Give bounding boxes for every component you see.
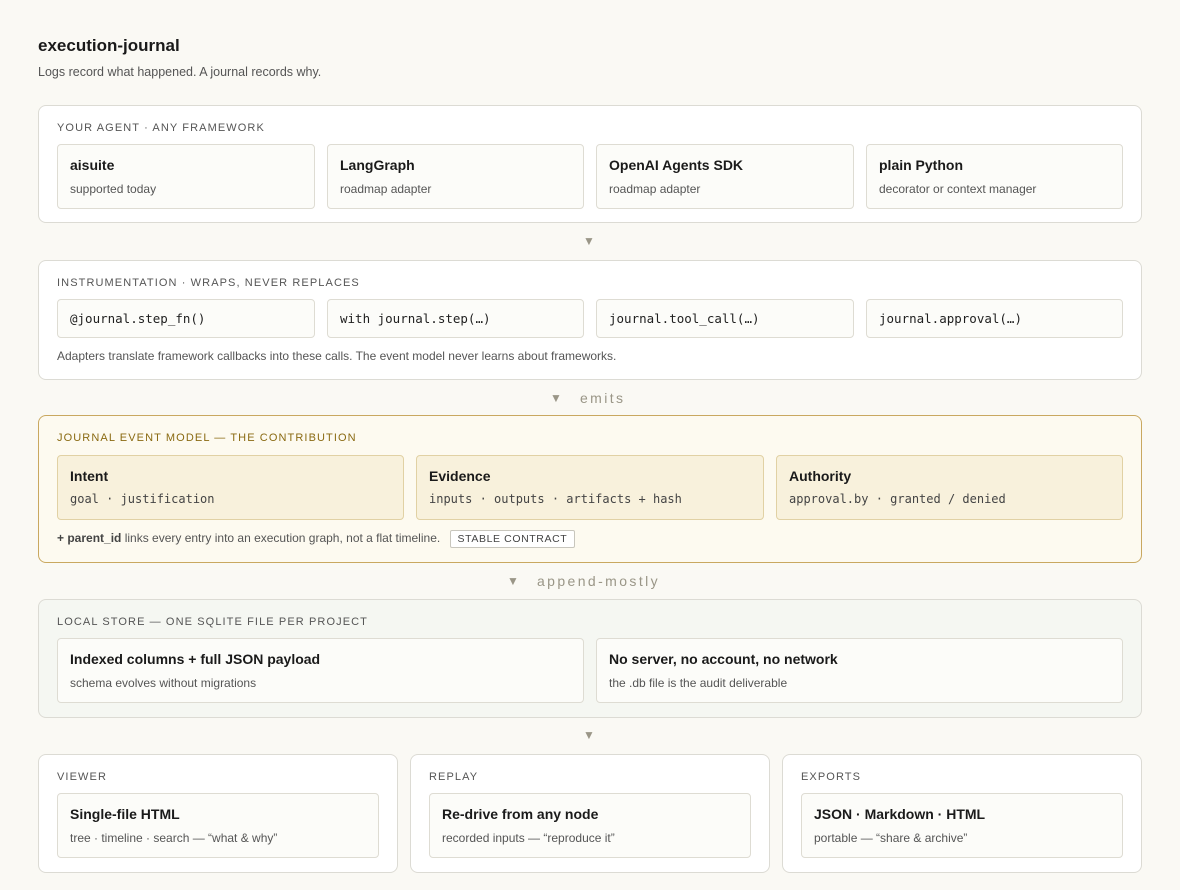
event-card-authority: Authority approval.by · granted / denied (776, 455, 1123, 520)
framework-card-langgraph: LangGraph roadmap adapter (327, 144, 584, 209)
event-card-title: Authority (789, 468, 852, 484)
viewer-panel: VIEWER Single-file HTML tree · timeline … (38, 754, 398, 873)
exports-card: JSON · Markdown · HTML portable — “share… (801, 793, 1123, 858)
store-card-no-server: No server, no account, no network the .d… (596, 638, 1123, 703)
flow-arrow-4: ▼ (583, 728, 595, 742)
instrumentation-panel: INSTRUMENTATION · WRAPS, NEVER REPLACES … (38, 260, 1142, 380)
agent-panel-label: YOUR AGENT · ANY FRAMEWORK (57, 122, 265, 134)
call-card-step-fn: @journal.step_fn() (57, 299, 315, 338)
event-card-title: Evidence (429, 468, 491, 484)
local-store-panel-label: LOCAL STORE — ONE SQLITE FILE PER PROJEC… (57, 616, 368, 628)
replay-panel: REPLAY Re-drive from any node recorded i… (410, 754, 770, 873)
viewer-card-title: Single-file HTML (70, 806, 180, 822)
call-code: journal.tool_call(…) (609, 311, 760, 326)
call-code: @journal.step_fn() (70, 311, 206, 326)
flow-label-emits: emits (580, 390, 626, 406)
replay-panel-label: REPLAY (429, 771, 479, 783)
framework-card-openai-agents-sdk: OpenAI Agents SDK roadmap adapter (596, 144, 854, 209)
exports-card-sub: portable — “share & archive” (814, 831, 968, 845)
agent-panel: YOUR AGENT · ANY FRAMEWORK aisuite suppo… (38, 105, 1142, 223)
parent-id-description: links every entry into an execution grap… (121, 531, 441, 546)
event-card-title: Intent (70, 468, 109, 484)
event-card-fields: inputs · outputs · artifacts + hash (429, 492, 682, 506)
framework-title: plain Python (879, 157, 963, 173)
store-card-title: Indexed columns + full JSON payload (70, 651, 321, 667)
replay-card: Re-drive from any node recorded inputs —… (429, 793, 751, 858)
event-model-panel: JOURNAL EVENT MODEL — THE CONTRIBUTION I… (38, 415, 1142, 563)
framework-title: aisuite (70, 157, 115, 173)
store-card-title: No server, no account, no network (609, 651, 838, 667)
framework-status: decorator or context manager (879, 182, 1037, 196)
stable-contract-badge: STABLE CONTRACT (449, 530, 576, 548)
viewer-card-sub: tree · timeline · search — “what & why” (70, 831, 278, 845)
store-card-sub: schema evolves without migrations (70, 676, 257, 690)
call-card-step: with journal.step(…) (327, 299, 584, 338)
event-model-panel-label: JOURNAL EVENT MODEL — THE CONTRIBUTION (57, 432, 357, 444)
instrumentation-panel-label: INSTRUMENTATION · WRAPS, NEVER REPLACES (57, 277, 360, 289)
store-card-sub: the .db file is the audit deliverable (609, 676, 788, 690)
call-code: journal.approval(…) (879, 311, 1022, 326)
event-card-intent: Intent goal · justification (57, 455, 404, 520)
page-title: execution-journal (38, 36, 180, 55)
viewer-card: Single-file HTML tree · timeline · searc… (57, 793, 379, 858)
event-card-fields: approval.by · granted / denied (789, 492, 1006, 506)
store-card-indexed-columns: Indexed columns + full JSON payload sche… (57, 638, 584, 703)
flow-arrow-3: ▼ (507, 574, 519, 588)
event-model-note: + parent_id links every entry into an ex… (57, 530, 576, 548)
framework-title: LangGraph (340, 157, 415, 173)
event-card-fields: goal · justification (70, 492, 215, 506)
framework-card-aisuite: aisuite supported today (57, 144, 315, 209)
flow-arrow-1: ▼ (583, 234, 595, 248)
call-code: with journal.step(…) (340, 311, 491, 326)
framework-title: OpenAI Agents SDK (609, 157, 744, 173)
viewer-panel-label: VIEWER (57, 771, 107, 783)
flow-label-append-mostly: append-mostly (537, 573, 661, 589)
framework-status: roadmap adapter (340, 182, 432, 196)
flow-arrow-2: ▼ (550, 391, 562, 405)
call-card-approval: journal.approval(…) (866, 299, 1123, 338)
framework-status: roadmap adapter (609, 182, 701, 196)
exports-panel-label: EXPORTS (801, 771, 862, 783)
call-card-tool-call: journal.tool_call(…) (596, 299, 854, 338)
page-subtitle: Logs record what happened. A journal rec… (38, 65, 322, 79)
replay-card-title: Re-drive from any node (442, 806, 599, 822)
exports-card-title: JSON · Markdown · HTML (814, 806, 986, 822)
exports-panel: EXPORTS JSON · Markdown · HTML portable … (782, 754, 1142, 873)
instrumentation-note: Adapters translate framework callbacks i… (57, 349, 617, 363)
replay-card-sub: recorded inputs — “reproduce it” (442, 831, 615, 845)
parent-id-label: + parent_id (57, 531, 122, 546)
event-card-evidence: Evidence inputs · outputs · artifacts + … (416, 455, 764, 520)
framework-card-plain-python: plain Python decorator or context manage… (866, 144, 1123, 209)
framework-status: supported today (70, 182, 157, 196)
local-store-panel: LOCAL STORE — ONE SQLITE FILE PER PROJEC… (38, 599, 1142, 718)
